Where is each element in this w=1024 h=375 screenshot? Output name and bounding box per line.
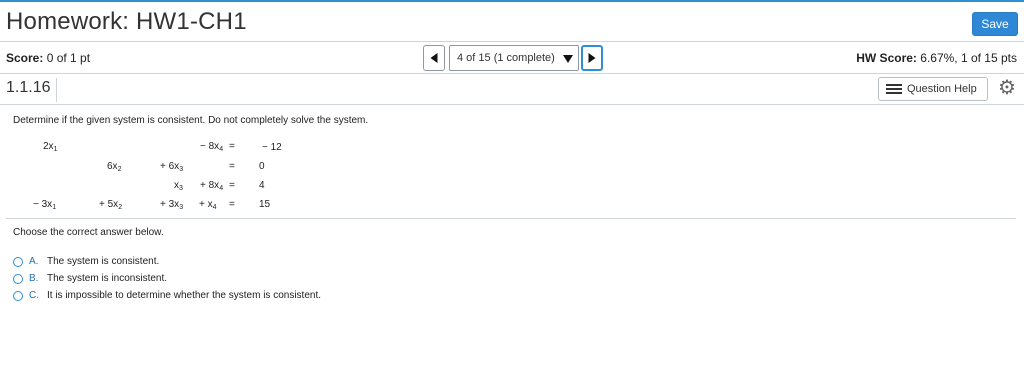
score-value: 0 of 1 pt [46,51,91,65]
eq-term: − 8x4 [200,141,224,153]
question-bar: 1.1.16 Question Help ⚙ [0,74,1024,104]
eq-rhs: 4 [259,180,265,191]
radio-button[interactable] [13,291,23,301]
divider [6,218,1016,219]
question-select[interactable]: 4 of 15 (1 complete) [449,45,579,71]
score: Score: 0 of 1 pt [6,51,90,65]
eq-term: + 6x3 [160,161,184,173]
option-letter: C. [29,290,39,301]
right-arrow-icon [588,53,596,63]
option-letter: A. [29,256,39,267]
next-question-button[interactable] [581,45,603,71]
eq-equals: = [229,180,235,191]
eq-equals: = [229,199,235,210]
option-letter: B. [29,273,39,284]
question-prompt: Determine if the given system is consist… [13,115,369,126]
score-bar: Score: 0 of 1 pt 4 of 15 (1 complete) HW… [0,42,1024,73]
left-arrow-icon [430,53,438,63]
page-title: Homework: HW1-CH1 [6,8,247,35]
eq-term: + 5x2 [99,199,123,211]
eq-rhs: 0 [259,161,265,172]
save-button[interactable]: Save [972,12,1018,36]
eq-rhs: − 12 [262,142,282,153]
hw-score-value: 6.67%, 1 of 15 pts [920,51,1017,65]
question-select-value: 4 of 15 (1 complete) [457,52,555,64]
question-id: 1.1.16 [6,78,58,102]
eq-term: + 8x4 [200,180,224,192]
eq-equals: = [229,161,235,172]
hw-score-label: HW Score: [856,51,917,65]
gear-icon[interactable]: ⚙ [996,77,1018,99]
page-header: Homework: HW1-CH1 Save [0,2,1024,41]
eq-term: 6x2 [107,161,122,173]
eq-term: − 3x1 [33,199,57,211]
instruction-text: Choose the correct answer below. [13,227,164,238]
eq-term: 2x1 [43,141,58,153]
option-text: It is impossible to determine whether th… [47,290,322,301]
eq-term: + x4 [199,199,217,211]
radio-button[interactable] [13,274,23,284]
previous-question-button[interactable] [423,45,445,71]
dropdown-caret-icon [563,55,573,63]
hw-score: HW Score: 6.67%, 1 of 15 pts [856,51,1017,65]
radio-button[interactable] [13,257,23,267]
option-text: The system is inconsistent. [47,273,168,284]
divider [0,104,1024,105]
eq-equals: = [229,141,235,152]
option-text: The system is consistent. [47,256,160,267]
score-label: Score: [6,51,44,65]
question-help-label: Question Help [907,83,977,95]
list-icon [886,84,902,94]
eq-rhs: 15 [259,199,271,210]
eq-term: x3 [174,180,183,192]
question-help-button[interactable]: Question Help [878,77,988,101]
eq-term: + 3x3 [160,199,184,211]
